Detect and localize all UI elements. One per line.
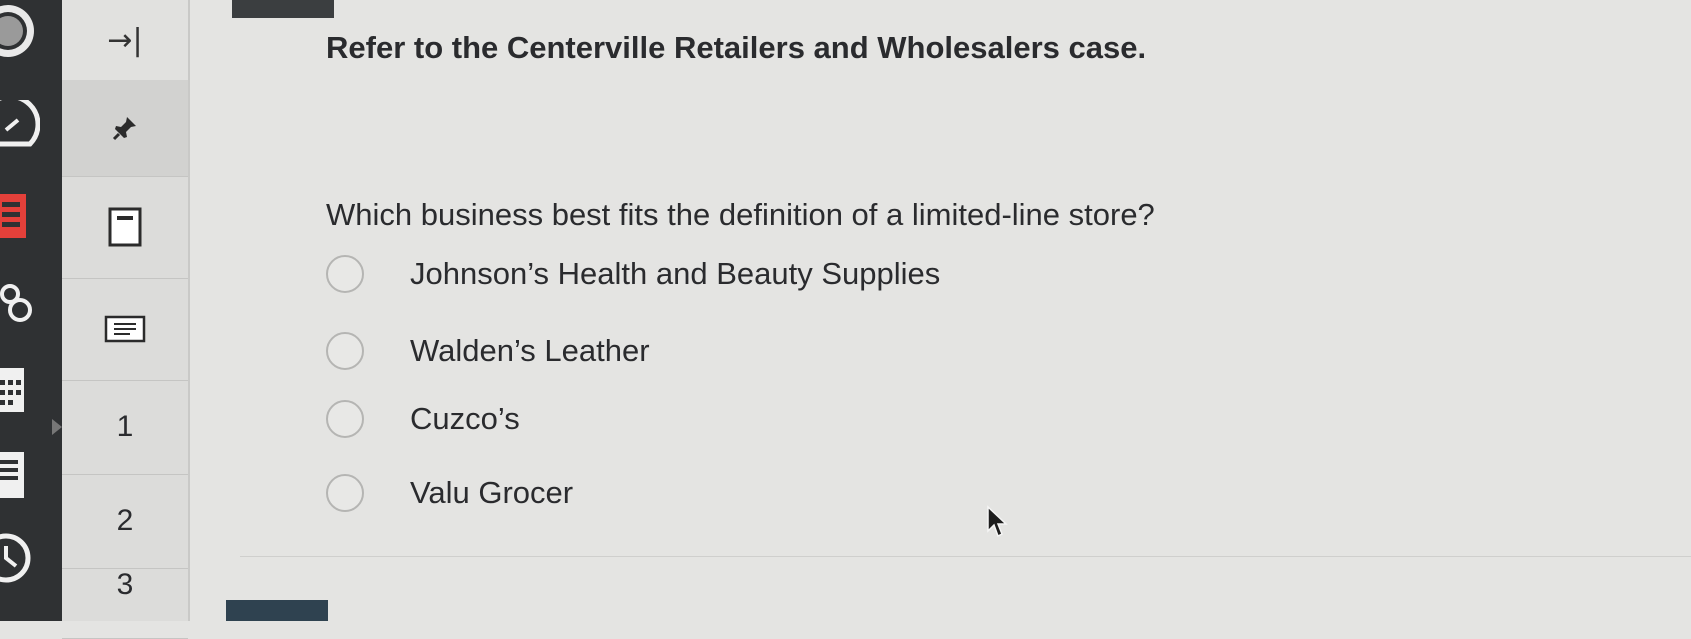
question-nav-item-2[interactable]: 2 xyxy=(62,474,188,569)
question-nav-item-1[interactable]: 1 xyxy=(52,380,188,475)
account-icon[interactable] xyxy=(0,2,40,60)
inbox-icon[interactable] xyxy=(0,446,40,504)
question-number: 2 xyxy=(116,504,134,537)
answer-option-label: Walden’s Leather xyxy=(410,333,650,368)
question-number: 3 xyxy=(116,568,134,601)
global-navigation xyxy=(0,0,62,621)
calculator-icon xyxy=(108,207,142,247)
radio-button[interactable] xyxy=(326,255,364,293)
pin-icon xyxy=(112,117,136,141)
answer-option-label: Valu Grocer xyxy=(410,475,574,510)
radio-button[interactable] xyxy=(326,332,364,370)
groups-icon[interactable] xyxy=(0,280,40,326)
dashboard-icon[interactable] xyxy=(0,100,40,156)
answer-option-3[interactable]: Cuzco’s xyxy=(326,400,520,438)
question-nav-item-3[interactable]: 3 xyxy=(62,568,188,639)
footer-tab xyxy=(226,600,328,621)
notes-icon xyxy=(104,315,146,343)
case-reference: Refer to the Centerville Retailers and W… xyxy=(326,30,1147,65)
question-number: 1 xyxy=(116,410,134,443)
pin-button[interactable] xyxy=(62,80,188,177)
answer-option-1[interactable]: Johnson’s Health and Beauty Supplies xyxy=(326,255,940,293)
answer-option-2[interactable]: Walden’s Leather xyxy=(326,332,650,370)
collapse-arrow-icon: →| xyxy=(107,22,143,58)
current-question-marker-icon xyxy=(52,419,62,435)
notes-button[interactable] xyxy=(62,278,188,381)
question-prompt: Which business best fits the definition … xyxy=(326,197,1155,232)
courses-icon[interactable] xyxy=(0,188,40,244)
answer-option-4[interactable]: Valu Grocer xyxy=(326,474,573,512)
collapse-navigator-button[interactable]: →| xyxy=(62,0,188,81)
calculator-button[interactable] xyxy=(62,176,188,279)
section-divider xyxy=(240,556,1691,557)
answer-option-label: Johnson’s Health and Beauty Supplies xyxy=(410,256,941,291)
question-navigator: →| 1 2 3 xyxy=(52,0,190,639)
mouse-pointer-icon xyxy=(987,505,1008,538)
header-tab xyxy=(232,0,334,18)
radio-button[interactable] xyxy=(326,474,364,512)
history-icon[interactable] xyxy=(0,530,40,586)
calendar-icon[interactable] xyxy=(0,362,40,418)
answer-option-label: Cuzco’s xyxy=(410,401,520,436)
radio-button[interactable] xyxy=(326,400,364,438)
